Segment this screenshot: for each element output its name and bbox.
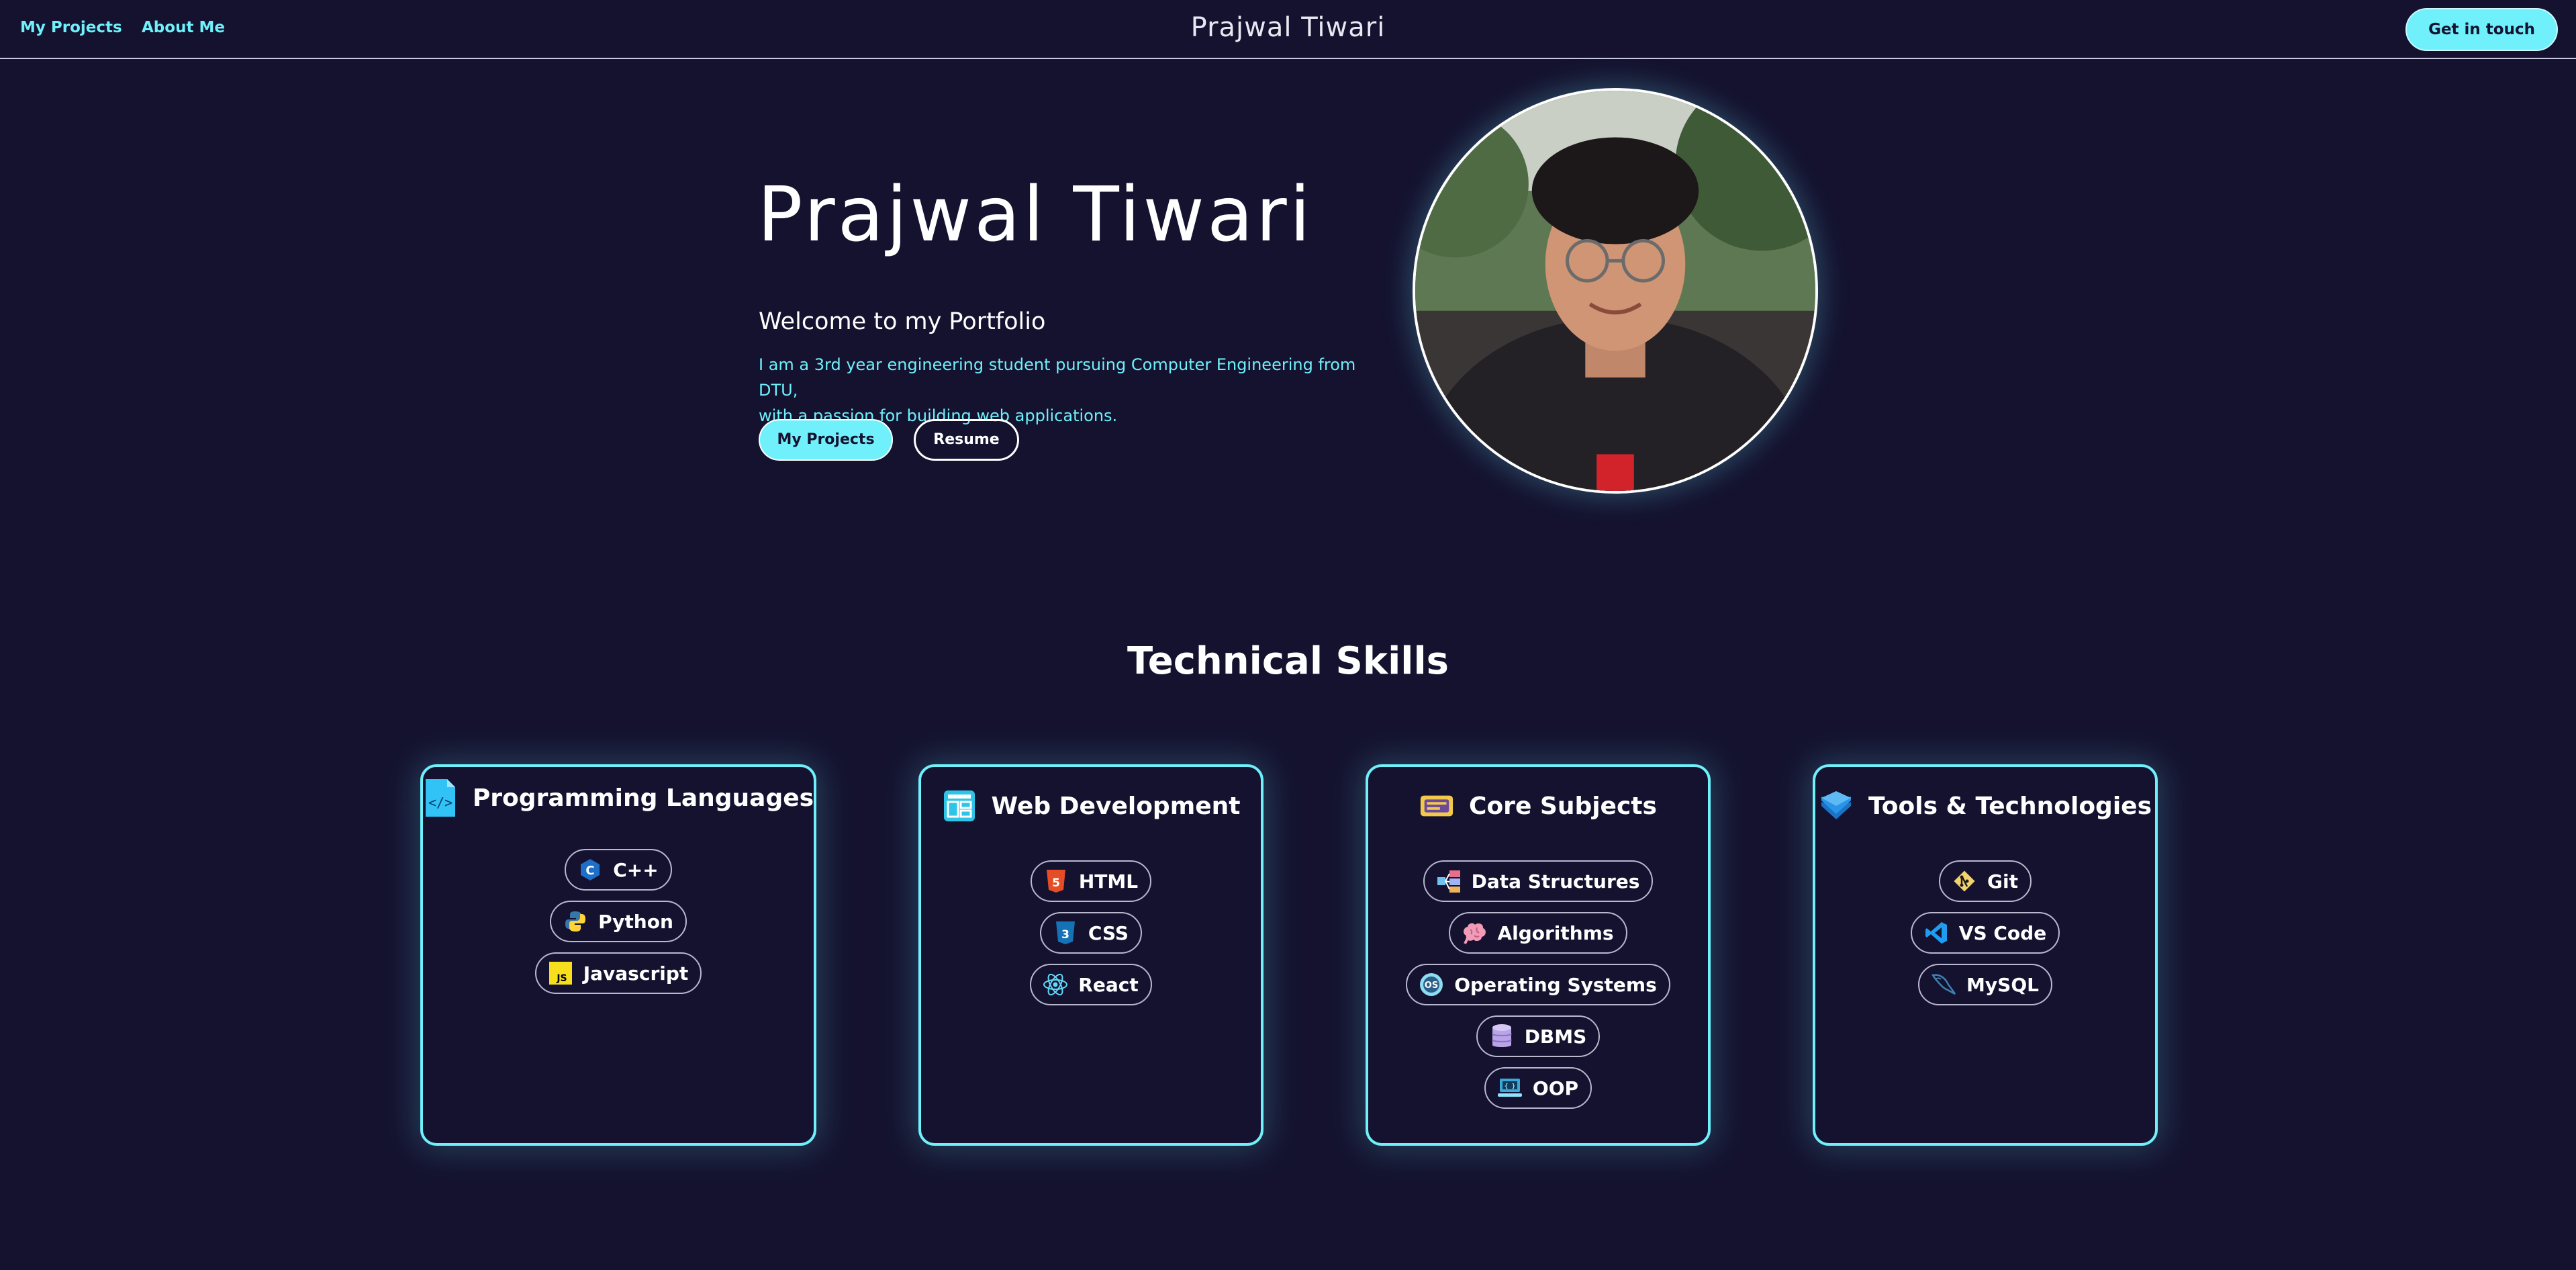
javascript-icon: JS: [547, 960, 574, 987]
skill-chip-cpp: C C++: [565, 849, 672, 891]
skill-chip-react: React: [1030, 964, 1152, 1005]
skill-list: C C++ Python JS Javascript: [423, 849, 814, 994]
html5-icon: 5: [1043, 868, 1069, 895]
skill-label: Git: [1987, 870, 2018, 893]
skill-label: Data Structures: [1471, 870, 1640, 893]
skill-list: Git VS Code MySQL: [1815, 860, 2155, 1005]
card-title: Programming Languages: [472, 784, 814, 812]
skill-label: VS Code: [1958, 921, 2047, 944]
data-structures-icon: [1435, 868, 1462, 895]
skill-chip-dbms: DBMS: [1476, 1015, 1601, 1057]
vscode-icon: [1923, 919, 1950, 946]
skill-chip-html: 5 HTML: [1030, 860, 1152, 902]
ticket-icon: [1419, 788, 1454, 823]
svg-text:</>: </>: [428, 795, 452, 811]
skill-label: MySQL: [1966, 973, 2039, 996]
skill-card-core-subjects: Core Subjects Data Structures Algorithms…: [1366, 764, 1711, 1146]
skill-list: 5 HTML 3 CSS React: [921, 860, 1261, 1005]
card-title: Tools & Technologies: [1868, 792, 2152, 820]
resume-button[interactable]: Resume: [914, 419, 1019, 461]
database-icon: [1488, 1023, 1515, 1050]
skill-chip-mysql: MySQL: [1918, 964, 2052, 1005]
skill-chip-css: 3 CSS: [1039, 912, 1143, 954]
code-file-icon: </>: [423, 779, 458, 817]
skill-card-programming-languages: </> Programming Languages C C++ Python J…: [420, 764, 816, 1146]
skill-label: CSS: [1088, 921, 1129, 944]
web-layout-icon: [942, 788, 977, 823]
svg-text:JS: JS: [556, 973, 567, 984]
skill-label: React: [1078, 973, 1139, 996]
skill-label: C++: [613, 858, 659, 881]
skill-label: Python: [598, 910, 673, 933]
python-icon: [562, 908, 589, 935]
skill-chip-operating-systems: OS Operating Systems: [1406, 964, 1670, 1005]
svg-text:{ }: { }: [1505, 1083, 1515, 1090]
skill-label: Javascript: [583, 962, 689, 985]
profile-photo-illustration: [1415, 91, 1815, 491]
os-icon: OS: [1418, 971, 1445, 998]
svg-text:5: 5: [1052, 876, 1060, 890]
skill-label: HTML: [1078, 870, 1139, 893]
get-in-touch-button[interactable]: Get in touch: [2405, 8, 2558, 51]
site-brand[interactable]: Prajwal Tiwari: [0, 12, 2576, 43]
css3-icon: 3: [1052, 919, 1079, 946]
svg-text:OS: OS: [1425, 981, 1438, 991]
hero-welcome: Welcome to my Portfolio: [759, 308, 1046, 335]
skill-label: Operating Systems: [1454, 973, 1657, 996]
oop-icon: { }: [1496, 1075, 1523, 1101]
svg-text:3: 3: [1061, 928, 1069, 942]
skill-card-tools-technologies: Tools & Technologies Git VS Code MySQL: [1813, 764, 2158, 1146]
skill-chip-python: Python: [550, 901, 687, 942]
skill-chip-data-structures: Data Structures: [1423, 860, 1654, 902]
technical-skills-title: Technical Skills: [1127, 639, 1449, 683]
skill-label: DBMS: [1524, 1025, 1587, 1048]
mysql-icon: [1930, 971, 1957, 998]
card-header: Web Development: [921, 788, 1261, 823]
skill-list: Data Structures Algorithms OS Operating …: [1368, 860, 1708, 1109]
skill-label: OOP: [1532, 1077, 1579, 1099]
card-title: Web Development: [991, 792, 1241, 820]
card-header: </> Programming Languages: [423, 779, 814, 817]
profile-photo: [1413, 88, 1818, 494]
skill-chip-algorithms: Algorithms: [1449, 912, 1627, 954]
hero-name: Prajwal Tiwari: [757, 171, 1313, 259]
skill-chip-javascript: JS Javascript: [534, 952, 702, 994]
skill-chip-git: Git: [1939, 860, 2032, 902]
skill-chip-vscode: VS Code: [1910, 912, 2060, 954]
card-header: Tools & Technologies: [1815, 788, 2155, 823]
git-icon: [1951, 868, 1978, 895]
skill-label: Algorithms: [1497, 921, 1614, 944]
card-header: Core Subjects: [1368, 788, 1708, 823]
react-icon: [1042, 971, 1069, 998]
skill-chip-oop: { } OOP: [1484, 1067, 1592, 1109]
stack-layers-icon: [1819, 788, 1854, 823]
top-navbar: My Projects About Me Prajwal Tiwari Get …: [0, 0, 2576, 59]
cpp-icon: C: [577, 856, 604, 883]
card-title: Core Subjects: [1469, 792, 1657, 820]
hero-bio: I am a 3rd year engineering student purs…: [759, 352, 1363, 428]
skill-card-web-development: Web Development 5 HTML 3 CSS React: [918, 764, 1263, 1146]
svg-text:C: C: [586, 864, 595, 878]
hero-bio-line-1: I am a 3rd year engineering student purs…: [759, 355, 1356, 400]
brain-icon: [1461, 919, 1488, 946]
my-projects-button[interactable]: My Projects: [759, 419, 893, 461]
